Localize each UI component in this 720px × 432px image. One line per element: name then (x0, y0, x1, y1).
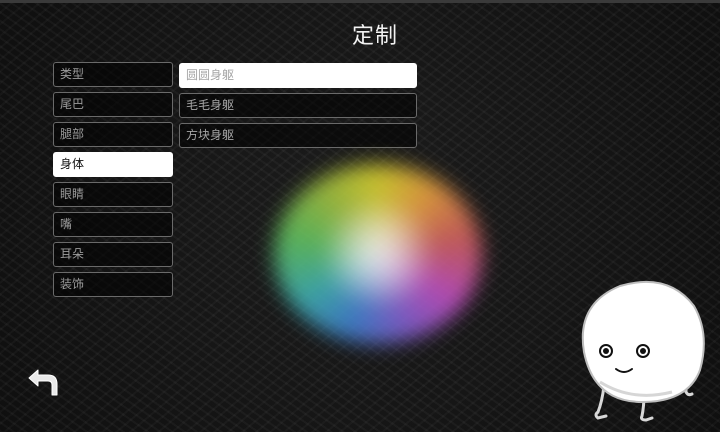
color-picker-wheel[interactable] (274, 164, 482, 344)
creature-preview (572, 274, 712, 424)
top-border (0, 0, 720, 3)
option-item-furry-body[interactable]: 毛毛身躯 (179, 93, 417, 118)
back-button[interactable] (26, 364, 62, 400)
category-item-mouth[interactable]: 嘴 (53, 212, 173, 237)
category-item-tail[interactable]: 尾巴 (53, 92, 173, 117)
category-list: 类型 尾巴 腿部 身体 眼睛 嘴 耳朵 装饰 (53, 62, 173, 302)
category-item-ears[interactable]: 耳朵 (53, 242, 173, 267)
back-arrow-icon (28, 369, 58, 396)
category-item-type[interactable]: 类型 (53, 62, 173, 87)
option-item-round-body[interactable]: 圆圆身躯 (179, 63, 417, 88)
category-item-body[interactable]: 身体 (53, 152, 173, 177)
category-item-legs[interactable]: 腿部 (53, 122, 173, 147)
category-item-decoration[interactable]: 装饰 (53, 272, 173, 297)
page-title: 定制 (351, 24, 398, 49)
option-item-block-body[interactable]: 方块身躯 (179, 123, 417, 148)
option-list: 圆圆身躯 毛毛身躯 方块身躯 (179, 63, 417, 153)
category-item-eyes[interactable]: 眼睛 (53, 182, 173, 207)
